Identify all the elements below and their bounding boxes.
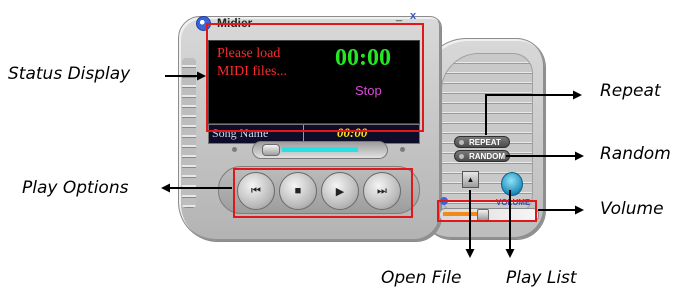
callout-arrows [161, 71, 584, 258]
volume-annotation: Volume [600, 199, 664, 219]
repeat-arrow [485, 90, 582, 135]
status-display-annotation: Status Display [8, 64, 131, 84]
play-list-annotation: Play List [506, 268, 577, 288]
open-file-annotation: Open File [381, 268, 462, 288]
repeat-annotation: Repeat [600, 81, 661, 101]
play-options-annotation: Play Options [22, 178, 129, 198]
random-annotation: Random [600, 144, 671, 164]
